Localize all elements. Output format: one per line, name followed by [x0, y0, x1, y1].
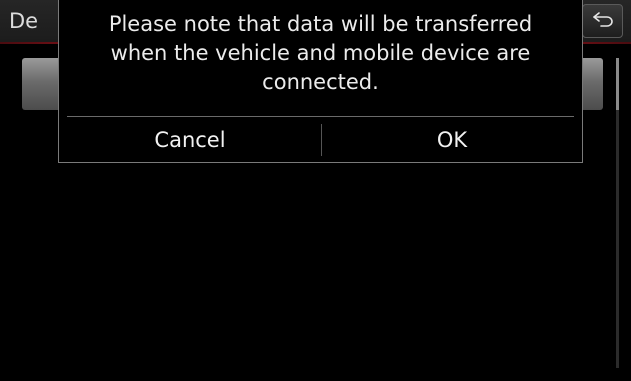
- page-title: De: [9, 9, 39, 33]
- scrollbar[interactable]: [616, 58, 619, 368]
- dialog-message-line: Please note that data will be transferre…: [108, 12, 533, 36]
- screen: De Please note that data will be transfe…: [0, 0, 631, 381]
- ok-button[interactable]: OK: [322, 117, 582, 163]
- back-arrow-icon: [592, 11, 614, 31]
- dialog-message-line: connected.: [262, 70, 379, 94]
- cancel-button[interactable]: Cancel: [59, 117, 321, 163]
- scrollbar-thumb[interactable]: [616, 58, 619, 110]
- dialog-message-line: when the vehicle and mobile device are: [110, 41, 531, 65]
- dialog-message: Please note that data will be transferre…: [59, 10, 582, 97]
- back-button[interactable]: [582, 4, 623, 38]
- confirmation-dialog: Please note that data will be transferre…: [58, 0, 583, 163]
